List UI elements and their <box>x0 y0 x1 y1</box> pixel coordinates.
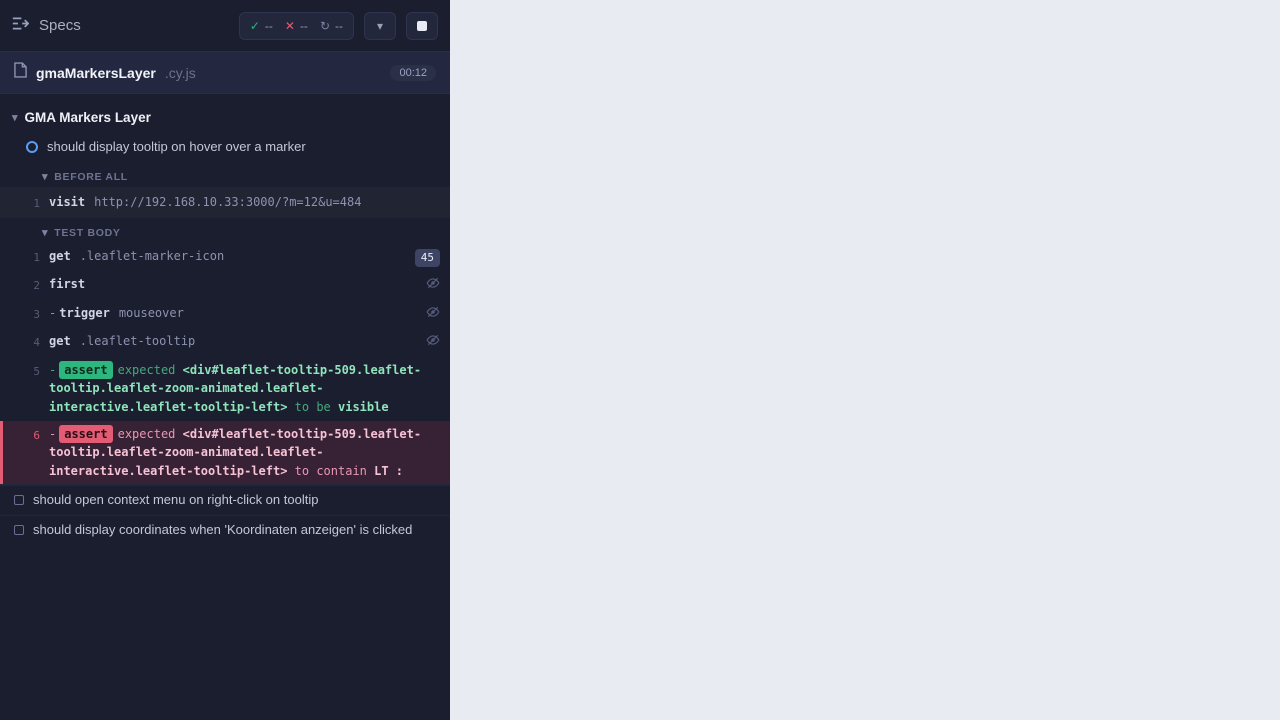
collapse-all-button[interactable]: ▾ <box>364 12 396 40</box>
command-name: get <box>49 334 71 348</box>
eye-slash-icon <box>426 279 440 293</box>
spec-extension: .cy.js <box>165 65 196 81</box>
chevron-down-icon: ▾ <box>12 111 18 124</box>
test-pending-icon <box>14 525 24 535</box>
test-stats: ✓ -- ✕ -- ↻ -- <box>239 12 354 40</box>
command-name: visit <box>49 195 85 209</box>
eye-slash-icon <box>426 308 440 322</box>
suite-title: GMA Markers Layer <box>25 110 151 125</box>
assert-value: LT : <box>374 464 403 478</box>
command-name: trigger <box>59 306 110 320</box>
eye-slash-icon <box>426 336 440 350</box>
command-row[interactable]: 5-assertexpected <div#leaflet-tooltip-50… <box>0 357 450 421</box>
active-test-row[interactable]: should display tooltip on hover over a m… <box>0 133 450 162</box>
assert-pill: assert <box>59 361 112 380</box>
command-row[interactable]: 6-assertexpected <div#leaflet-tooltip-50… <box>0 421 450 485</box>
assert-expected: expected <box>118 363 183 377</box>
suite-row[interactable]: ▾ GMA Markers Layer <box>0 102 450 133</box>
command-number: 3 <box>6 304 40 323</box>
command-text: -assertexpected <div#leaflet-tooltip-509… <box>49 425 431 481</box>
command-text: get .leaflet-marker-icon <box>49 247 406 266</box>
chevron-down-icon: ▾ <box>377 19 383 33</box>
assert-phrase: to be <box>287 400 338 414</box>
command-number: 6 <box>6 425 40 444</box>
command-message: http://192.168.10.33:3000/?m=12&u=484 <box>94 195 361 209</box>
section-label: BEFORE ALL <box>54 171 128 183</box>
section-label: TEST BODY <box>54 227 120 239</box>
section-toggle[interactable]: ▾ BEFORE ALL <box>0 162 450 187</box>
test-title: should display coordinates when 'Koordin… <box>33 522 412 537</box>
stat-passed: ✓ -- <box>250 19 273 33</box>
stat-pending: ↻ -- <box>320 19 343 33</box>
command-name: first <box>49 277 85 291</box>
spec-name: gmaMarkersLayer <box>36 65 156 81</box>
test-item[interactable]: should open context menu on right-click … <box>0 485 450 515</box>
assert-pill: assert <box>59 425 112 444</box>
specs-label[interactable]: Specs <box>39 17 81 34</box>
assert-phrase: to contain <box>287 464 374 478</box>
reporter-header: Specs ✓ -- ✕ -- ↻ -- ▾ <box>0 0 450 52</box>
command-message: mouseover <box>119 306 184 320</box>
spec-header[interactable]: gmaMarkersLayer .cy.js 00:12 <box>0 52 450 94</box>
stat-failed: ✕ -- <box>285 19 308 33</box>
chevron-down-icon: ▾ <box>42 226 48 239</box>
command-row[interactable]: 3-triggermouseover <box>0 300 450 329</box>
command-number: 1 <box>6 193 40 212</box>
restart-icon: ↻ <box>320 19 330 33</box>
test-running-icon <box>26 141 38 153</box>
cypress-reporter: Specs ✓ -- ✕ -- ↻ -- ▾ <box>0 0 450 720</box>
assert-expected: expected <box>118 427 183 441</box>
command-text: -triggermouseover <box>49 304 417 323</box>
test-pending-icon <box>14 495 24 505</box>
command-row[interactable]: 2 first <box>0 271 450 300</box>
command-count-badge: 45 <box>415 249 440 267</box>
command-log: ▾ GMA Markers Layer should display toolt… <box>0 94 450 720</box>
test-title: should open context menu on right-click … <box>33 492 318 507</box>
check-icon: ✓ <box>250 19 260 33</box>
command-name: get <box>49 249 71 263</box>
test-item[interactable]: should display coordinates when 'Koordin… <box>0 515 450 545</box>
other-tests: should open context menu on right-click … <box>0 484 450 545</box>
command-number: 4 <box>6 332 40 351</box>
stop-icon <box>417 21 427 31</box>
command-text: first <box>49 275 417 294</box>
command-row[interactable]: 4 get .leaflet-tooltip <box>0 328 450 357</box>
assert-value: visible <box>338 400 389 414</box>
command-number: 2 <box>6 275 40 294</box>
section-toggle[interactable]: ▾ TEST BODY <box>0 218 450 243</box>
x-icon: ✕ <box>285 19 295 33</box>
specs-menu-icon[interactable] <box>12 16 29 36</box>
spec-duration: 00:12 <box>390 65 436 81</box>
command-message: .leaflet-marker-icon <box>80 249 225 263</box>
command-number: 1 <box>6 247 40 266</box>
stop-button[interactable] <box>406 12 438 40</box>
command-row[interactable]: 1 visit http://192.168.10.33:3000/?m=12&u=… <box>0 187 450 218</box>
spec-file-icon <box>14 62 27 83</box>
chevron-down-icon: ▾ <box>42 170 48 183</box>
command-text: -assertexpected <div#leaflet-tooltip-509… <box>49 361 431 417</box>
command-message: .leaflet-tooltip <box>80 334 196 348</box>
command-row[interactable]: 1 get .leaflet-marker-icon 45 <box>0 243 450 271</box>
test-title: should display tooltip on hover over a m… <box>47 139 306 154</box>
command-text: get .leaflet-tooltip <box>49 332 417 351</box>
command-sections: ▾ BEFORE ALL 1 visit http://192.168.10.33:30… <box>0 162 450 484</box>
command-number: 5 <box>6 361 40 380</box>
command-text: visit http://192.168.10.33:3000/?m=12&u=4… <box>49 193 431 212</box>
